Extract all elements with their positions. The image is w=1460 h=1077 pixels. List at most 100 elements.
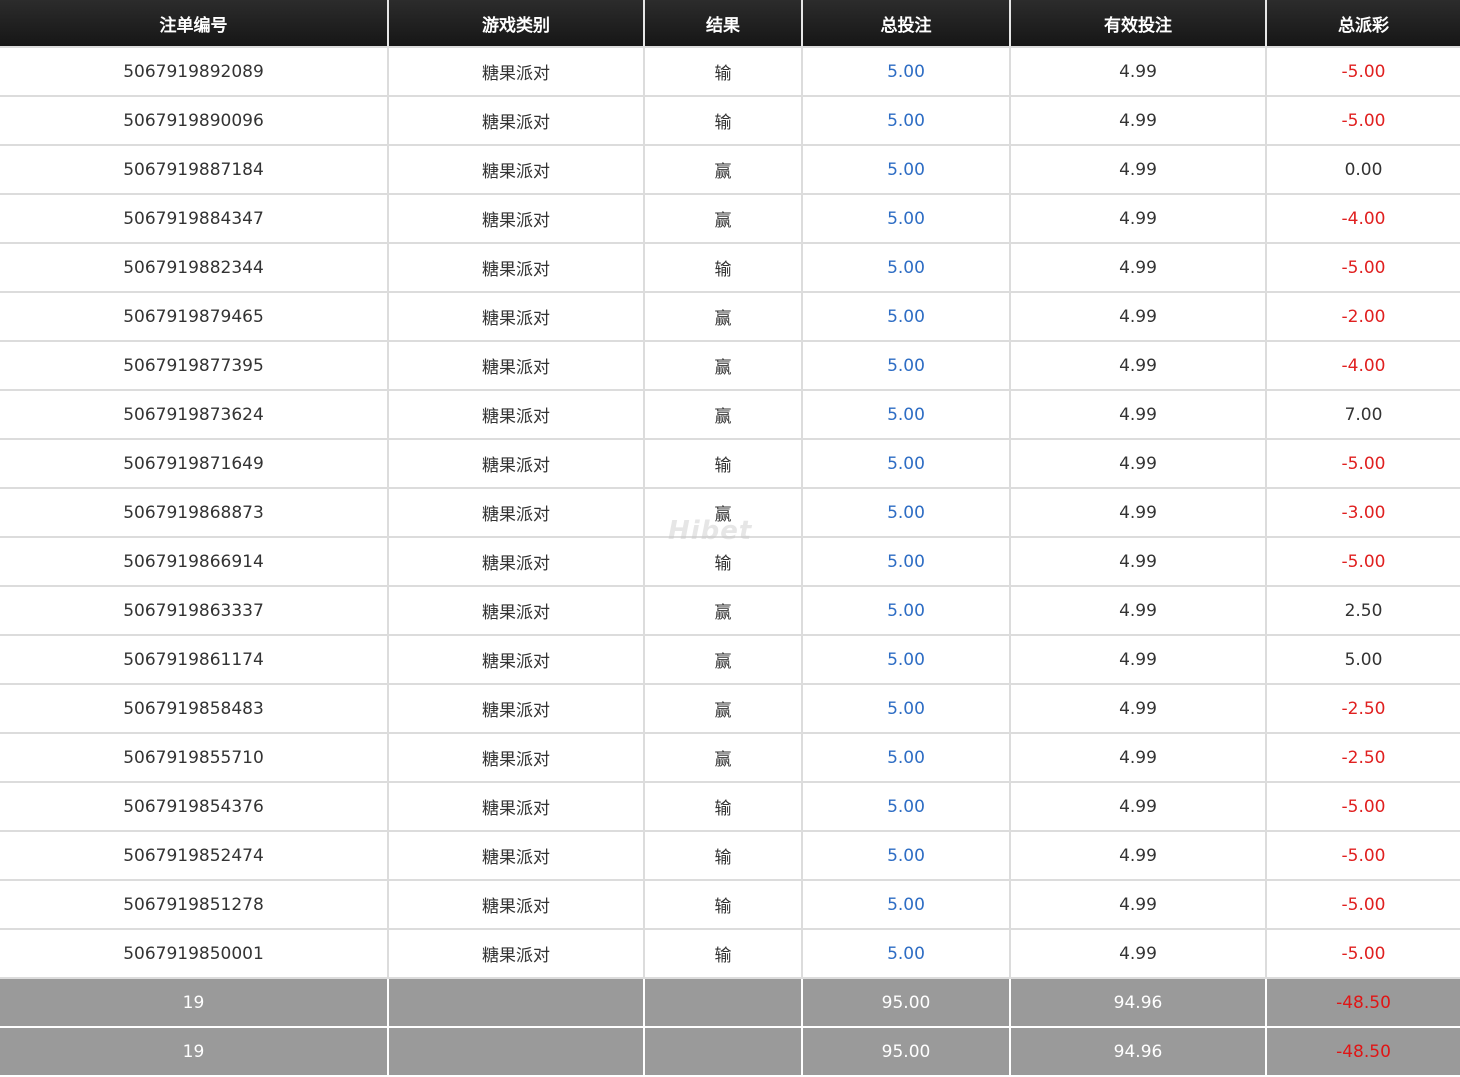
result-cell: 输 bbox=[644, 880, 803, 930]
game-type-cell: 糖果派对 bbox=[388, 929, 645, 979]
header-valid-stake[interactable]: 有效投注 bbox=[1010, 0, 1267, 48]
total-payout-cell: -5.00 bbox=[1266, 96, 1460, 146]
total-stake-cell: 5.00 bbox=[802, 488, 1011, 538]
bet-id-cell: 5067919861174 bbox=[0, 635, 389, 685]
total-payout-cell: -4.00 bbox=[1266, 341, 1460, 391]
table-row[interactable]: 5067919855710 糖果派对赢 5.00 4.99 -2.50 bbox=[0, 733, 1460, 783]
total-payout-cell: 5.00 bbox=[1266, 635, 1460, 685]
table-row[interactable]: 5067919858483 糖果派对赢 5.00 4.99 -2.50 bbox=[0, 684, 1460, 734]
table-row[interactable]: 5067919884347 糖果派对赢 5.00 4.99 -4.00 bbox=[0, 194, 1460, 244]
header-row: 注单编号 游戏类别 结果 总投注 有效投注 总派彩 bbox=[0, 0, 1460, 48]
bet-id-cell: 5067919890096 bbox=[0, 96, 389, 146]
table-footer: 19 95.00 94.96 -48.50 19 95.00 94.96 -48.50 bbox=[0, 978, 1460, 1077]
game-type-cell: 糖果派对 bbox=[388, 880, 645, 930]
sum-valid-stake-cell: 94.96 bbox=[1010, 1027, 1267, 1077]
table-row[interactable]: 5067919861174 糖果派对赢 5.00 4.99 5.00 bbox=[0, 635, 1460, 685]
bet-id-cell: 5067919871649 bbox=[0, 439, 389, 489]
sum-payout-cell: -48.50 bbox=[1266, 978, 1460, 1028]
total-count-cell: 19 bbox=[0, 1027, 389, 1077]
table-row[interactable]: 5067919882344 糖果派对输 5.00 4.99 -5.00 bbox=[0, 243, 1460, 293]
total-payout-cell: -3.00 bbox=[1266, 488, 1460, 538]
result-cell: 输 bbox=[644, 782, 803, 832]
total-stake-cell: 5.00 bbox=[802, 243, 1011, 293]
total-payout-cell: -4.00 bbox=[1266, 194, 1460, 244]
result-cell: 赢 bbox=[644, 488, 803, 538]
bet-id-cell: 5067919879465 bbox=[0, 292, 389, 342]
total-stake-cell: 5.00 bbox=[802, 341, 1011, 391]
bet-records-table: 注单编号 游戏类别 结果 总投注 有效投注 总派彩 5067919892089 糖… bbox=[0, 0, 1460, 1077]
table-row[interactable]: 5067919868873 糖果派对赢 5.00 4.99 -3.00 bbox=[0, 488, 1460, 538]
total-stake-cell: 5.00 bbox=[802, 880, 1011, 930]
result-cell: 赢 bbox=[644, 586, 803, 636]
valid-stake-cell: 4.99 bbox=[1010, 439, 1267, 489]
total-payout-cell: -5.00 bbox=[1266, 243, 1460, 293]
game-type-cell: 糖果派对 bbox=[388, 684, 645, 734]
game-type-cell: 糖果派对 bbox=[388, 831, 645, 881]
table-row[interactable]: 5067919854376 糖果派对输 5.00 4.99 -5.00 bbox=[0, 782, 1460, 832]
totals-row: 19 95.00 94.96 -48.50 bbox=[0, 1027, 1460, 1077]
bet-id-cell: 5067919854376 bbox=[0, 782, 389, 832]
valid-stake-cell: 4.99 bbox=[1010, 831, 1267, 881]
table-row[interactable]: 5067919877395 糖果派对赢 5.00 4.99 -4.00 bbox=[0, 341, 1460, 391]
bet-id-cell: 5067919851278 bbox=[0, 880, 389, 930]
header-result[interactable]: 结果 bbox=[644, 0, 803, 48]
table-row[interactable]: 5067919892089 糖果派对输 5.00 4.99 -5.00 bbox=[0, 47, 1460, 97]
result-cell: 赢 bbox=[644, 733, 803, 783]
bet-id-cell: 5067919892089 bbox=[0, 47, 389, 97]
total-stake-cell: 5.00 bbox=[802, 537, 1011, 587]
table-row[interactable]: 5067919866914 糖果派对输 5.00 4.99 -5.00 bbox=[0, 537, 1460, 587]
sum-stake-cell: 95.00 bbox=[802, 1027, 1011, 1077]
game-type-cell: 糖果派对 bbox=[388, 586, 645, 636]
total-stake-cell: 5.00 bbox=[802, 292, 1011, 342]
total-stake-cell: 5.00 bbox=[802, 782, 1011, 832]
bet-id-cell: 5067919877395 bbox=[0, 341, 389, 391]
table-row[interactable]: 5067919852474 糖果派对输 5.00 4.99 -5.00 bbox=[0, 831, 1460, 881]
total-payout-cell: -5.00 bbox=[1266, 537, 1460, 587]
bet-id-cell: 5067919863337 bbox=[0, 586, 389, 636]
table-row[interactable]: 5067919879465 糖果派对赢 5.00 4.99 -2.00 bbox=[0, 292, 1460, 342]
table-row[interactable]: 5067919851278 糖果派对输 5.00 4.99 -5.00 bbox=[0, 880, 1460, 930]
total-result-cell bbox=[644, 978, 803, 1028]
table-row[interactable]: 5067919887184 糖果派对赢 5.00 4.99 0.00 bbox=[0, 145, 1460, 195]
header-total-payout[interactable]: 总派彩 bbox=[1266, 0, 1460, 48]
valid-stake-cell: 4.99 bbox=[1010, 537, 1267, 587]
result-cell: 赢 bbox=[644, 194, 803, 244]
header-total-stake[interactable]: 总投注 bbox=[802, 0, 1011, 48]
table-row[interactable]: 5067919873624 糖果派对赢 5.00 4.99 7.00 bbox=[0, 390, 1460, 440]
result-cell: 赢 bbox=[644, 635, 803, 685]
total-stake-cell: 5.00 bbox=[802, 47, 1011, 97]
bet-id-cell: 5067919887184 bbox=[0, 145, 389, 195]
totals-row: 19 95.00 94.96 -48.50 bbox=[0, 978, 1460, 1028]
result-cell: 输 bbox=[644, 243, 803, 293]
valid-stake-cell: 4.99 bbox=[1010, 243, 1267, 293]
total-stake-cell: 5.00 bbox=[802, 586, 1011, 636]
total-stake-cell: 5.00 bbox=[802, 733, 1011, 783]
game-type-cell: 糖果派对 bbox=[388, 194, 645, 244]
total-stake-cell: 5.00 bbox=[802, 390, 1011, 440]
header-bet-id[interactable]: 注单编号 bbox=[0, 0, 389, 48]
bet-id-cell: 5067919850001 bbox=[0, 929, 389, 979]
bet-id-cell: 5067919882344 bbox=[0, 243, 389, 293]
sum-stake-cell: 95.00 bbox=[802, 978, 1011, 1028]
game-type-cell: 糖果派对 bbox=[388, 439, 645, 489]
total-stake-cell: 5.00 bbox=[802, 194, 1011, 244]
header-game-type[interactable]: 游戏类别 bbox=[388, 0, 645, 48]
table-row[interactable]: 5067919890096 糖果派对输 5.00 4.99 -5.00 bbox=[0, 96, 1460, 146]
valid-stake-cell: 4.99 bbox=[1010, 586, 1267, 636]
total-payout-cell: -5.00 bbox=[1266, 47, 1460, 97]
result-cell: 赢 bbox=[644, 684, 803, 734]
game-type-cell: 糖果派对 bbox=[388, 96, 645, 146]
table-row[interactable]: 5067919871649 糖果派对输 5.00 4.99 -5.00 bbox=[0, 439, 1460, 489]
total-payout-cell: -5.00 bbox=[1266, 929, 1460, 979]
table-row[interactable]: 5067919863337 糖果派对赢 5.00 4.99 2.50 bbox=[0, 586, 1460, 636]
game-type-cell: 糖果派对 bbox=[388, 292, 645, 342]
valid-stake-cell: 4.99 bbox=[1010, 929, 1267, 979]
valid-stake-cell: 4.99 bbox=[1010, 96, 1267, 146]
total-payout-cell: 2.50 bbox=[1266, 586, 1460, 636]
bet-id-cell: 5067919855710 bbox=[0, 733, 389, 783]
table-row[interactable]: 5067919850001 糖果派对输 5.00 4.99 -5.00 bbox=[0, 929, 1460, 979]
game-type-cell: 糖果派对 bbox=[388, 782, 645, 832]
result-cell: 输 bbox=[644, 831, 803, 881]
valid-stake-cell: 4.99 bbox=[1010, 635, 1267, 685]
game-type-cell: 糖果派对 bbox=[388, 390, 645, 440]
